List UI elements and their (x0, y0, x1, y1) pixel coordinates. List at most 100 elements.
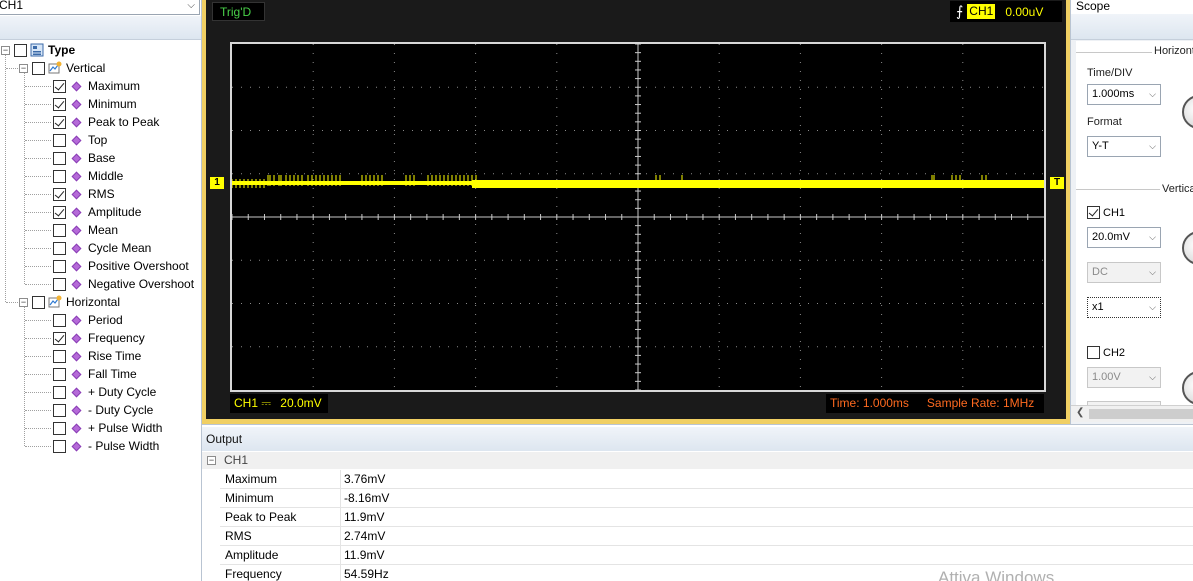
collapse-icon[interactable]: − (19, 297, 28, 307)
measure-item-label: - Pulse Width (88, 439, 160, 453)
channel-1-marker[interactable]: 1 (210, 177, 224, 189)
collapse-icon[interactable]: − (1, 45, 10, 55)
measure-item-maximum[interactable]: Maximum (53, 77, 140, 95)
measure-item-label: Fall Time (88, 367, 137, 381)
measure-checkbox[interactable] (53, 169, 66, 183)
group-checkbox[interactable] (32, 61, 45, 75)
measure-item-mean[interactable]: Mean (53, 221, 118, 239)
measure-item-fall-time[interactable]: Fall Time (53, 365, 137, 383)
tree-connector (25, 428, 51, 429)
measure-item-minus-pulse-width[interactable]: - Pulse Width (53, 437, 159, 455)
activation-watermark: Attiva Windows (938, 568, 1055, 581)
channel-select-value: CH1 (0, 0, 24, 12)
group-checkbox[interactable] (32, 295, 45, 309)
waveform-graticule (232, 44, 1044, 390)
measure-checkbox[interactable] (53, 439, 66, 453)
scroll-left-icon[interactable]: ❮ (1076, 407, 1084, 418)
tree-connector (25, 194, 51, 195)
measure-checkbox[interactable] (53, 151, 66, 165)
ch2-volts-knob[interactable] (1182, 371, 1193, 405)
measure-checkbox[interactable] (53, 223, 66, 237)
ch2-checkbox-box[interactable] (1087, 346, 1100, 359)
measure-checkbox[interactable] (53, 97, 66, 111)
tree-connector (25, 158, 51, 159)
ch1-readout-label: CH1 (234, 396, 259, 410)
measure-checkbox[interactable] (53, 187, 66, 201)
ch1-checkbox-box[interactable] (1087, 206, 1100, 219)
measure-checkbox[interactable] (53, 367, 66, 381)
chevron-down-icon[interactable]: ⌵ (187, 0, 195, 14)
measure-checkbox[interactable] (53, 421, 66, 435)
measure-item-period[interactable]: Period (53, 311, 123, 329)
measure-checkbox[interactable] (53, 403, 66, 417)
measure-checkbox[interactable] (53, 259, 66, 273)
tree-root-checkbox[interactable] (14, 43, 27, 57)
diamond-icon (71, 387, 82, 397)
time-div-knob[interactable] (1182, 95, 1193, 129)
ch1-volts-knob[interactable] (1182, 231, 1193, 265)
ch1-volts-select[interactable]: 20.0mV ⌵ (1087, 227, 1161, 248)
scrollbar-thumb[interactable] (1089, 409, 1193, 419)
time-div-select[interactable]: 1.000ms ⌵ (1087, 84, 1161, 105)
tree-group-vertical[interactable]: − Vertical (19, 59, 105, 77)
tree-group-horizontal[interactable]: − Horizontal (19, 293, 120, 311)
measure-item-plus-duty-cycle[interactable]: + Duty Cycle (53, 383, 156, 401)
tree-root[interactable]: − Type (1, 41, 75, 59)
measure-checkbox[interactable] (53, 241, 66, 255)
diamond-icon (71, 351, 82, 361)
measure-checkbox[interactable] (53, 349, 66, 363)
diamond-icon (71, 189, 82, 199)
format-value: Y-T (1092, 140, 1109, 152)
measure-item-label: Mean (88, 223, 119, 237)
ch1-enable-checkbox[interactable]: CH1 (1087, 206, 1125, 219)
measure-checkbox[interactable] (53, 115, 66, 129)
chevron-down-icon: ⌵ (1149, 372, 1156, 382)
ch2-volts-value: 1.00V (1092, 371, 1121, 383)
measure-item-top[interactable]: Top (53, 131, 107, 149)
measure-item-rms[interactable]: RMS (53, 185, 115, 203)
measure-item-amplitude[interactable]: Amplitude (53, 203, 141, 221)
result-value-text: 11.9mV (344, 548, 385, 562)
ch1-volts-value: 20.0mV (1092, 231, 1130, 243)
channel-select[interactable]: CH1 ⌵ (0, 0, 200, 15)
measure-item-peak-to-peak[interactable]: Peak to Peak (53, 113, 159, 131)
measure-item-positive-overshoot[interactable]: Positive Overshoot (53, 257, 189, 275)
measure-checkbox[interactable] (53, 79, 66, 93)
measure-checkbox[interactable] (53, 331, 66, 345)
measure-item-rise-time[interactable]: Rise Time (53, 347, 141, 365)
measure-item-base[interactable]: Base (53, 149, 115, 167)
waveform-plot[interactable] (230, 42, 1046, 392)
measure-checkbox[interactable] (53, 205, 66, 219)
diamond-icon (71, 369, 82, 379)
ch2-enable-checkbox[interactable]: CH2 (1087, 346, 1125, 359)
ch1-probe-select[interactable]: x1 ⌵ (1087, 297, 1161, 318)
output-panel: Output − CH1 Maximum 3.76mV Minimum -8.16mV… (202, 424, 1193, 581)
measure-checkbox[interactable] (53, 133, 66, 147)
vertical-group-label: Vertical (1160, 183, 1193, 195)
trigger-info[interactable]: ⨍ CH1 0.00uV (950, 1, 1062, 22)
measure-item-minimum[interactable]: Minimum (53, 95, 137, 113)
format-select[interactable]: Y-T ⌵ (1087, 136, 1161, 157)
tree-connector (25, 356, 51, 357)
measure-checkbox[interactable] (53, 313, 66, 327)
ch1-volts-div-readout: 20.0mV (280, 396, 322, 410)
measure-checkbox[interactable] (53, 385, 66, 399)
measure-item-middle[interactable]: Middle (53, 167, 123, 185)
output-channel-group[interactable]: − CH1 (202, 452, 1193, 469)
measure-item-minus-duty-cycle[interactable]: - Duty Cycle (53, 401, 153, 419)
measure-checkbox[interactable] (53, 277, 66, 291)
ch1-coupling-select[interactable]: DC ⌵ (1087, 262, 1161, 283)
measure-item-cycle-mean[interactable]: Cycle Mean (53, 239, 151, 257)
settings-panel-body: Horizontal Time/DIV 1.000ms ⌵ Format Y-T… (1076, 41, 1193, 407)
measure-item-plus-pulse-width[interactable]: + Pulse Width (53, 419, 162, 437)
chevron-down-icon: ⌵ (1149, 141, 1156, 151)
settings-scrollbar[interactable]: ❮ (1071, 405, 1193, 422)
trigger-level-marker[interactable]: T (1050, 177, 1064, 189)
measure-item-negative-overshoot[interactable]: Negative Overshoot (53, 275, 194, 293)
type-icon (30, 43, 44, 57)
collapse-icon[interactable]: − (19, 63, 28, 73)
tree-connector (25, 176, 51, 177)
ch2-volts-select[interactable]: 1.00V ⌵ (1087, 367, 1161, 388)
collapse-icon[interactable]: − (207, 456, 216, 465)
measure-item-frequency[interactable]: Frequency (53, 329, 145, 347)
